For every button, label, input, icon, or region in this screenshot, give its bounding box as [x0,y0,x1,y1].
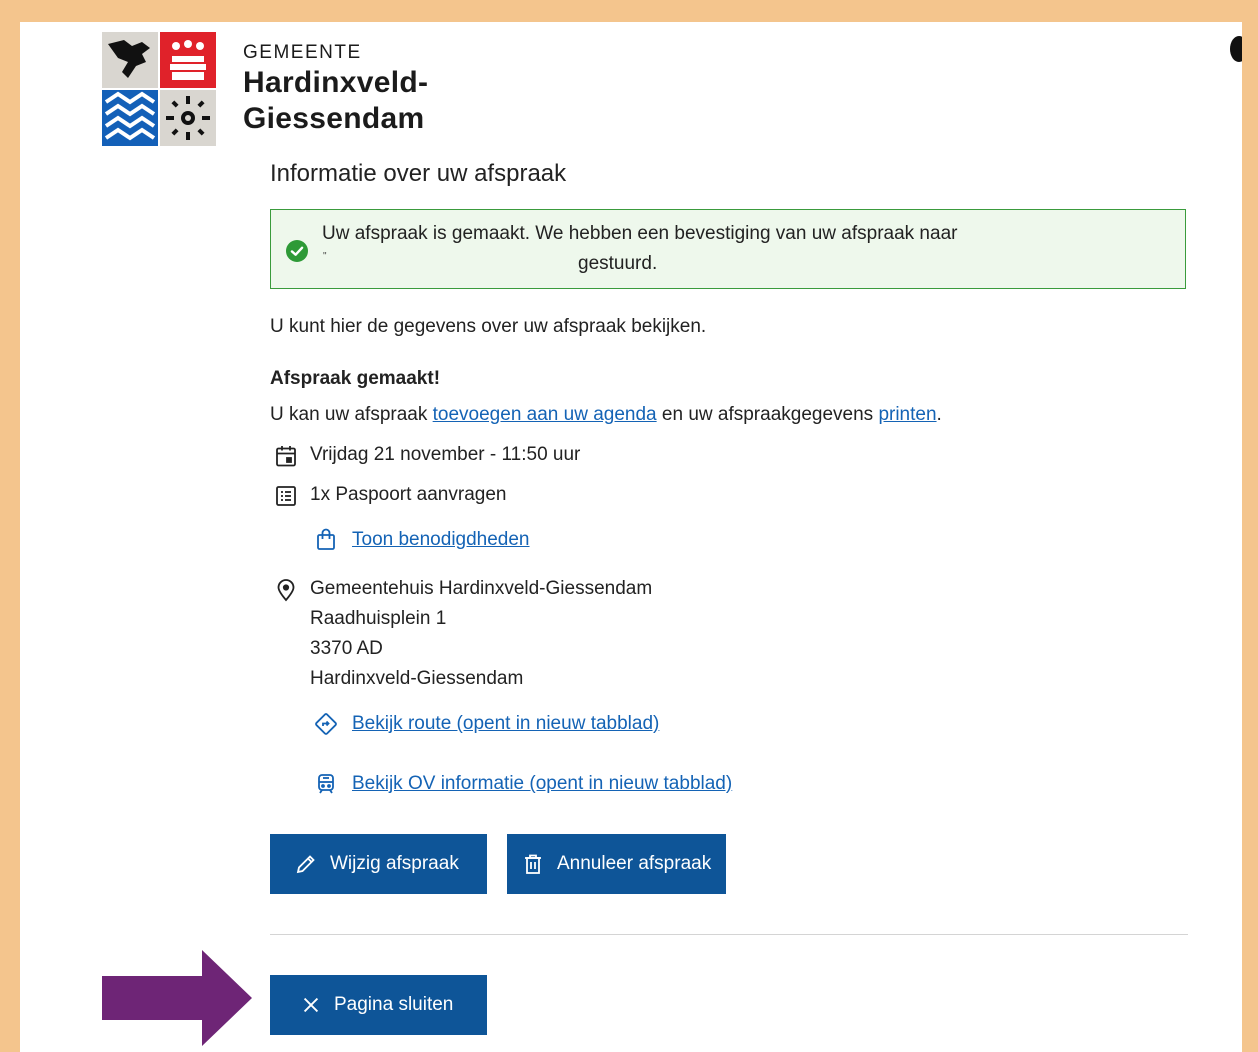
edge-dot [1230,36,1242,62]
pencil-icon [296,855,315,874]
cancel-appointment-button[interactable]: Annuleer afspraak [507,834,726,894]
cancel-appointment-label: Annuleer afspraak [557,853,712,874]
edit-appointment-button[interactable]: Wijzig afspraak [270,834,487,894]
edit-appointment-label: Wijzig afspraak [330,853,459,874]
show-requirements-link[interactable]: Toon benodigdheden [352,529,530,551]
close-page-label: Pagina sluiten [334,994,454,1015]
train-icon [318,774,334,794]
logo-name-line2: Giessendam [243,102,425,135]
logo-label: GEMEENTE [243,42,362,63]
agenda-text-after: . [936,404,942,425]
agenda-text-middle: en uw afspraakgegevens [656,404,879,425]
appointment-date: Vrijdag 21 november - 11:50 uur [310,444,581,465]
section-heading: Afspraak gemaakt! [270,368,441,389]
trash-icon [525,854,541,874]
municipality-name: GEMEENTE Hardinxveld- Giessendam [243,42,428,136]
location-city: Hardinxveld-Giessendam [310,668,524,689]
location-street: Raadhuisplein 1 [310,608,447,629]
close-icon [303,997,319,1013]
close-page-button[interactable]: Pagina sluiten [270,975,487,1035]
agenda-text-before: U kan uw afspraak [270,404,433,425]
view-ov-info-link[interactable]: Bekijk OV informatie (opent in nieuw tab… [352,773,732,795]
page-frame: GEMEENTE Hardinxveld- Giessendam Informa… [20,22,1242,1052]
print-link[interactable]: printen [878,404,936,425]
success-alert: Uw afspraak is gemaakt. We hebben een be… [270,209,1186,289]
alert-message-end: gestuurd. [578,253,658,274]
check-circle-icon [286,240,308,262]
municipality-logo-icon [102,32,216,146]
appointment-product: 1x Paspoort aanvragen [310,484,507,505]
location-postcode: 3370 AD [310,638,383,659]
intro-text: U kunt hier de gegevens over uw afspraak… [270,316,707,337]
directions-icon [315,713,337,735]
shopping-bag-icon [317,528,335,550]
view-route-link[interactable]: Bekijk route (opent in nieuw tabblad) [352,713,659,735]
location-pin-icon [277,579,295,602]
add-to-agenda-link[interactable]: toevoegen aan uw agenda [433,404,657,425]
location-name: Gemeentehuis Hardinxveld-Giessendam [310,578,653,599]
page-title: Informatie over uw afspraak [270,160,567,187]
agenda-print-text: U kan uw afspraak toevoegen aan uw agend… [270,404,942,426]
logo-name-line1: Hardinxveld- [243,66,429,99]
alert-email-mark: " [323,251,327,262]
alert-message: Uw afspraak is gemaakt. We hebben een be… [322,223,958,244]
list-icon [276,486,296,506]
arrow-pointer-icon [102,950,252,1046]
section-divider [270,934,1188,935]
calendar-icon [276,446,296,467]
